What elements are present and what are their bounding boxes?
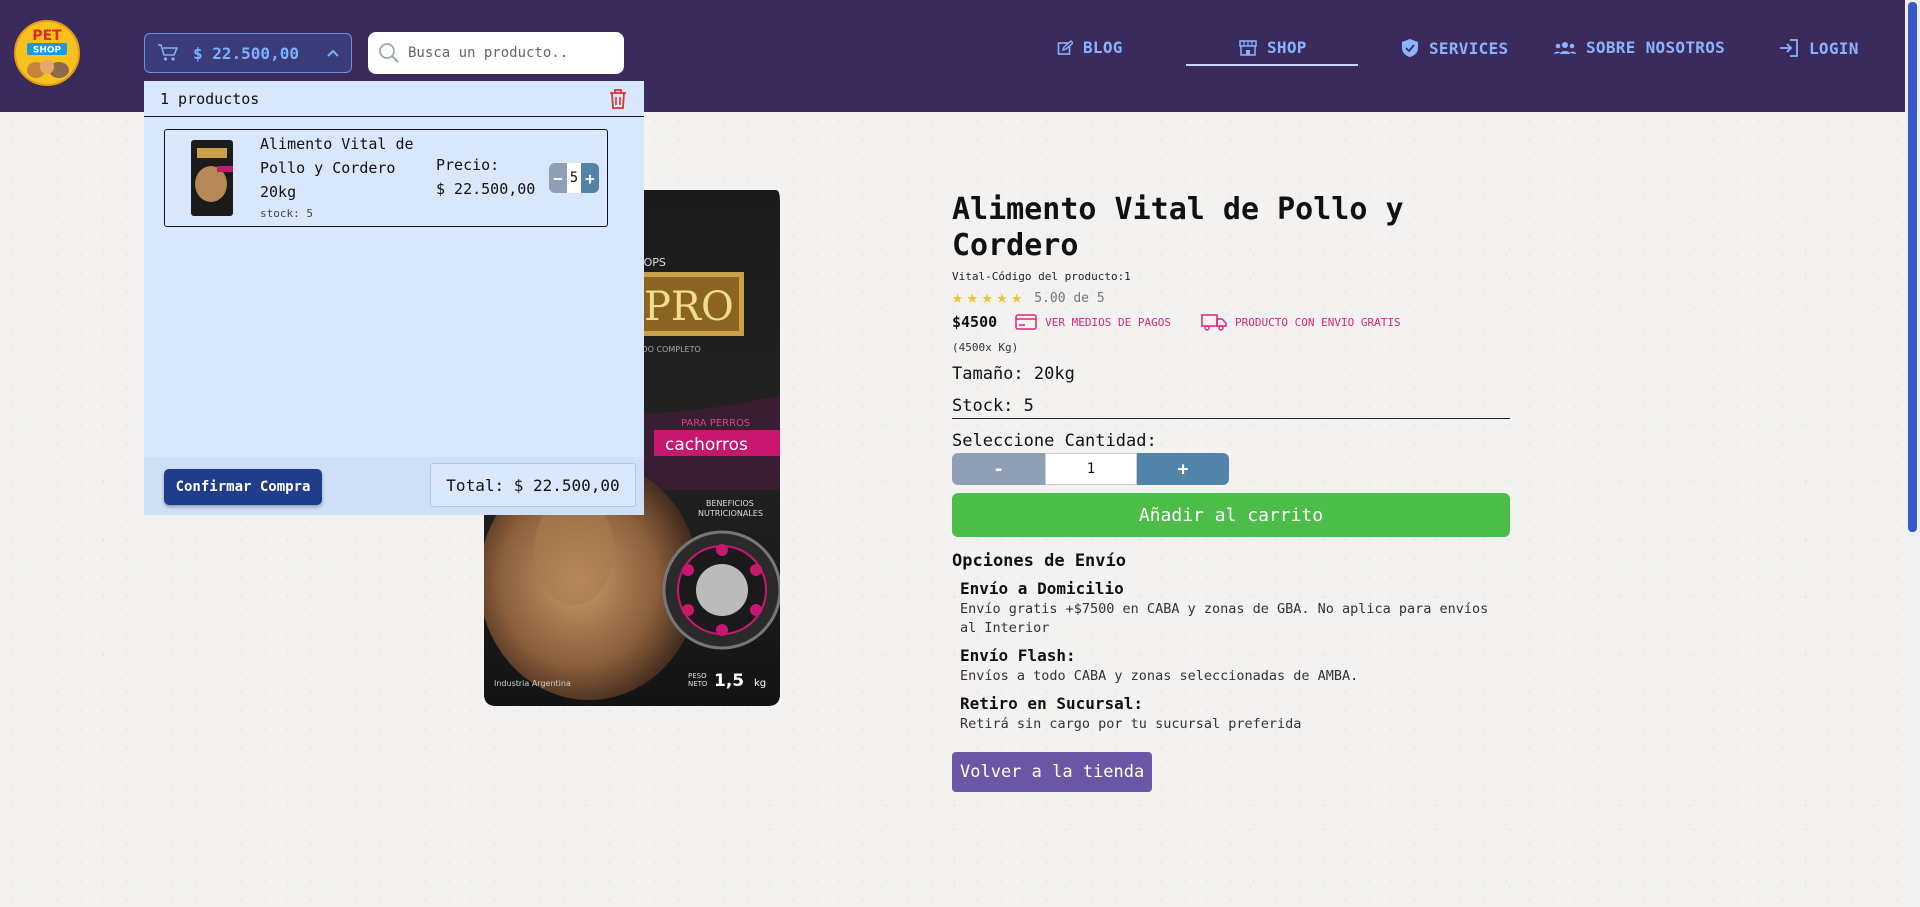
search-icon [379,43,399,63]
payment-methods-label: VER MEDIOS DE PAGOS [1045,315,1171,329]
svg-text:cachorros: cachorros [665,435,748,455]
users-icon [1554,41,1576,54]
star-icon: ★ [996,287,1008,308]
cart-count: 1 productos [160,89,260,108]
shipping-option-desc: Envío gratis +$7500 en CABA y zonas de G… [960,601,1489,636]
star-icon: ★ [981,287,993,308]
svg-text:SHOP: SHOP [33,46,62,56]
shipping-option-title: Envío Flash: [960,646,1076,665]
product-price: $4500 [952,313,998,331]
shipping-option-desc: Envíos a todo CABA y zonas seleccionadas… [960,668,1359,684]
nav-link-label: BLOG [1083,38,1123,57]
quantity-increase-button[interactable]: + [1137,453,1229,485]
cart-toggle-button[interactable]: $ 22.500,00 [144,33,352,73]
star-icon: ★ [952,287,963,308]
petshop-logo[interactable]: PET SHOP [14,20,80,86]
shipping-option: Envío a Domicilio Envío gratis +$7500 en… [960,579,1510,638]
svg-text:NETO: NETO [688,680,708,688]
active-nav-underline [1186,64,1358,66]
svg-text:PET: PET [32,28,62,44]
svg-text:kg: kg [754,678,766,689]
credit-card-icon [1015,314,1037,330]
shipping-option: Envío Flash: Envíos a todo CABA y zonas … [960,646,1510,686]
product-rating: ★ ★ ★ ★ ★ 5.00 de 5 [952,289,1510,307]
cart-item-image [191,140,233,216]
edit-icon [1057,39,1073,55]
cart-item-quantity-stepper: − 5 + [549,163,599,193]
rating-text: 5.00 de 5 [1034,290,1105,306]
shipping-option: Retiro en Sucursal: Retirá sin cargo por… [960,694,1510,734]
cart-toggle-total: $ 22.500,00 [193,43,299,63]
payment-methods-link[interactable]: VER MEDIOS DE PAGOS [1015,313,1171,331]
quantity-stepper: - 1 + [952,453,1229,485]
cart-item-increase-button[interactable]: + [581,163,599,193]
product-size: Tamaño: 20kg [952,364,1075,384]
cart-header: 1 productos [144,81,644,117]
nav-link-blog[interactable]: BLOG [1057,38,1123,57]
login-icon [1780,39,1798,57]
add-to-cart-button[interactable]: Añadir al carrito [952,493,1510,537]
svg-text:PRO: PRO [644,284,734,330]
svg-text:Industria Argentina: Industria Argentina [494,679,571,688]
shipping-option-desc: Retirá sin cargo por tu sucursal preferi… [960,716,1302,732]
shipping-option-title: Envío a Domicilio [960,579,1124,598]
price-per-kg: (4500x Kg) [952,341,1019,354]
shipping-options-heading: Opciones de Envío [952,551,1126,571]
cart-total: Total: $ 22.500,00 [430,463,636,507]
confirm-purchase-button[interactable]: Confirmar Compra [164,469,322,505]
product-details: Alimento Vital de Pollo y Cordero Vital-… [952,192,1510,792]
nav-link-sobre-nosotros[interactable]: SOBRE NOSOTROS [1554,38,1725,57]
cart-item-stock: stock: 5 [260,207,313,220]
quantity-label: Seleccione Cantidad: [952,431,1157,451]
cart-item-decrease-button[interactable]: − [549,163,567,193]
shield-icon [1402,39,1418,57]
star-icon: ★ [1011,287,1023,308]
chevron-up-icon [327,49,339,57]
quantity-input[interactable]: 1 [1045,453,1137,485]
cart-item-price: $ 22.500,00 [436,180,536,198]
cart-dropdown: 1 productos Alimento Vital de Pollo y Co… [144,81,644,515]
nav-link-shop[interactable]: SHOP [1239,38,1307,57]
cart-item-quantity[interactable]: 5 [567,163,581,193]
free-shipping-badge: PRODUCTO CON ENVIO GRATIS [1201,313,1401,331]
search-box[interactable] [368,32,624,74]
svg-text:PESO: PESO [688,672,707,680]
trash-icon[interactable] [608,88,628,110]
nav-link-label: SHOP [1267,38,1307,57]
price-row: $4500 VER MEDIOS DE PAGOS PRODUCTO CON E… [952,313,1510,331]
store-icon [1239,39,1257,56]
nav-link-label: LOGIN [1809,38,1859,58]
cart-item: Alimento Vital de Pollo y Cordero 20kg P… [164,129,608,227]
quantity-decrease-button[interactable]: - [952,453,1045,485]
nav-link-services[interactable]: SERVICES [1401,38,1508,58]
nav-link-label: SERVICES [1429,38,1509,58]
search-input[interactable] [408,45,608,61]
svg-text:BENEFICIOS: BENEFICIOS [706,499,754,508]
product-code: Vital-Código del producto:1 [952,270,1131,283]
cart-item-name: Alimento Vital de Pollo y Cordero 20kg [260,135,414,201]
cart-item-price-label: Precio: [436,156,500,174]
free-shipping-label: PRODUCTO CON ENVIO GRATIS [1235,315,1401,329]
nav-link-label: SOBRE NOSOTROS [1586,38,1726,57]
truck-icon [1201,314,1227,331]
svg-text:1,5: 1,5 [714,671,744,691]
svg-text:ADO COMPLETO: ADO COMPLETO [636,345,701,354]
cart-footer: Confirmar Compra Total: $ 22.500,00 [144,457,644,515]
product-stock: Stock: 5 [952,396,1510,419]
svg-text:PARA PERROS: PARA PERROS [681,418,750,429]
product-title: Alimento Vital de Pollo y Cordero [952,192,1404,263]
nav-link-login[interactable]: LOGIN [1779,38,1859,58]
cart-items-list[interactable]: Alimento Vital de Pollo y Cordero 20kg P… [144,117,628,457]
scrollbar-thumb[interactable] [1908,2,1917,532]
svg-text:NUTRICIONALES: NUTRICIONALES [698,509,763,518]
star-icon: ★ [966,287,978,308]
shipping-option-title: Retiro en Sucursal: [960,694,1144,713]
back-to-shop-button[interactable]: Volver a la tienda [952,752,1153,792]
shopping-cart-icon [158,44,178,61]
